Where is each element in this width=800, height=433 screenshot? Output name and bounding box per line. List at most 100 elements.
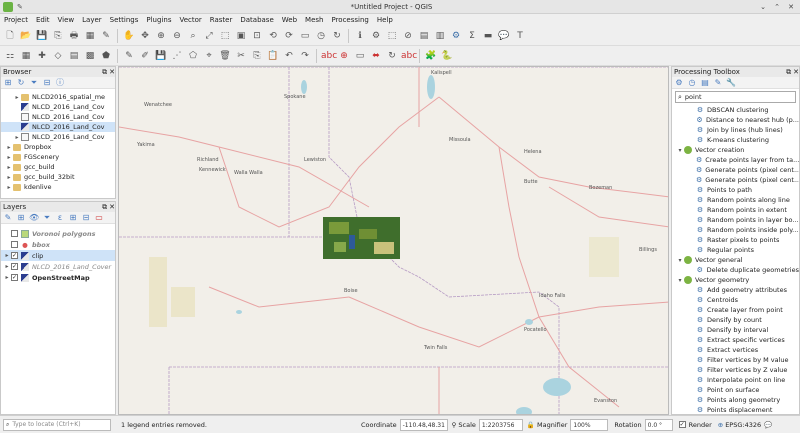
new-project-icon[interactable]: 🗋 (3, 29, 17, 43)
menu-web[interactable]: Web (278, 16, 301, 24)
browser-item[interactable]: ▸ NLCD_2016_Land_Cov (1, 132, 115, 142)
zoom-layer-icon[interactable]: ▣ (234, 29, 248, 43)
info-icon[interactable]: ⓘ (55, 78, 65, 88)
style-manager-icon[interactable]: ✎ (99, 29, 113, 43)
filter-expression-icon[interactable]: ε (55, 213, 65, 223)
close-panel-icon[interactable]: ✕ (109, 67, 115, 77)
filter-legend-icon[interactable]: ⏷ (42, 213, 52, 223)
menu-processing[interactable]: Processing (327, 16, 372, 24)
new-geopackage-icon[interactable]: ▦ (19, 49, 33, 63)
toggle-editing-icon[interactable]: ✐ (138, 49, 152, 63)
add-group-icon[interactable]: ⊞ (16, 213, 26, 223)
expand-arrow-icon[interactable]: ▸ (3, 252, 11, 259)
collapse-arrow-icon[interactable]: ▾ (676, 257, 684, 264)
text-annotation-icon[interactable]: T (513, 29, 527, 43)
algorithm-item[interactable]: ⚙ Raster pixels to points (674, 235, 799, 245)
close-panel-icon[interactable]: ✕ (793, 67, 799, 77)
algorithm-item[interactable]: ⚙ Regular points (674, 245, 799, 255)
edit-script-icon[interactable]: ✎ (713, 78, 723, 88)
collapse-arrow-icon[interactable]: ▾ (676, 147, 684, 154)
paste-features-icon[interactable]: 📋 (266, 49, 280, 63)
pan-to-selection-icon[interactable]: ✥ (138, 29, 152, 43)
new-map-view-icon[interactable]: ▭ (298, 29, 312, 43)
algorithm-item[interactable]: ⚙ Join by lines (hub lines) (674, 125, 799, 135)
expand-arrow-icon[interactable]: ▸ (3, 274, 11, 281)
layer-visibility-checkbox[interactable] (11, 241, 18, 248)
algorithm-item[interactable]: ⚙ Densify by count (674, 315, 799, 325)
open-project-icon[interactable]: 📂 (19, 29, 33, 43)
menu-database[interactable]: Database (236, 16, 277, 24)
delete-selected-icon[interactable]: 🗑 (218, 49, 232, 63)
label-pin-icon[interactable]: ⊕ (337, 49, 351, 63)
layer-row[interactable]: Voronoi polygons (1, 228, 115, 239)
select-features-icon[interactable]: ⬚ (385, 29, 399, 43)
menu-edit[interactable]: Edit (32, 16, 54, 24)
collapse-all-icon[interactable]: ⊟ (42, 78, 52, 88)
current-edits-icon[interactable]: ✎ (122, 49, 136, 63)
temporal-icon[interactable]: ◷ (314, 29, 328, 43)
zoom-next-icon[interactable]: ⟳ (282, 29, 296, 43)
algorithm-item[interactable]: ⚙ Filter vertices by Z value (674, 365, 799, 375)
print-layout-icon[interactable]: 🖶 (67, 29, 81, 43)
menu-view[interactable]: View (54, 16, 79, 24)
browser-item-selected[interactable]: NLCD_2016_Land_Cov (1, 122, 115, 132)
visibility-icon[interactable]: 👁 (29, 213, 39, 223)
zoom-native-icon[interactable]: ⊡ (250, 29, 264, 43)
expand-arrow-icon[interactable]: ▸ (13, 94, 21, 101)
expand-arrow-icon[interactable]: ▸ (5, 144, 13, 151)
search-input[interactable]: point (685, 93, 702, 101)
algorithm-item[interactable]: ⚙ Create points layer from ta... (674, 155, 799, 165)
zoom-rubberband-icon[interactable]: ⌕ (186, 29, 200, 43)
menu-vector[interactable]: Vector (175, 16, 205, 24)
collapse-arrow-icon[interactable]: ▾ (676, 277, 684, 284)
measure-icon[interactable]: ▬ (481, 29, 495, 43)
save-project-icon[interactable]: 💾 (35, 29, 49, 43)
algorithm-item[interactable]: ⚙ Point on surface (674, 385, 799, 395)
label-rotate-icon[interactable]: ↻ (385, 49, 399, 63)
algorithm-item[interactable]: ⚙ Delete duplicate geometries (674, 265, 799, 275)
browser-item[interactable]: ▸ gcc_build_32bit (1, 172, 115, 182)
group-item[interactable]: ▾ Vector creation (674, 145, 799, 155)
algorithm-item[interactable]: ⚙ Extract specific vertices (674, 335, 799, 345)
algorithm-item[interactable]: ⚙ Random points along line (674, 195, 799, 205)
models-icon[interactable]: ⚙ (674, 78, 684, 88)
undo-icon[interactable]: ↶ (282, 49, 296, 63)
redo-icon[interactable]: ↷ (298, 49, 312, 63)
algorithm-item[interactable]: ⚙ K-means clustering (674, 135, 799, 145)
messages-icon[interactable]: 💬 (764, 421, 772, 429)
label-change-icon[interactable]: abc (401, 49, 417, 63)
expand-arrow-icon[interactable]: ▸ (5, 174, 13, 181)
label-tool-icon[interactable]: abc (321, 49, 337, 63)
algorithm-item[interactable]: ⚙ Points displacement (674, 405, 799, 415)
label-show-icon[interactable]: ▭ (353, 49, 367, 63)
algorithm-item[interactable]: ⚙ Generate points (pixel cent... (674, 175, 799, 185)
expand-all-icon[interactable]: ⊞ (68, 213, 78, 223)
add-raster-icon[interactable]: ▩ (83, 49, 97, 63)
layout-manager-icon[interactable]: ▦ (83, 29, 97, 43)
coordinate-field[interactable]: -110.48,48.31 (399, 418, 448, 431)
new-spatialite-icon[interactable]: ◇ (51, 49, 65, 63)
expand-arrow-icon[interactable]: ▸ (5, 184, 13, 191)
zoom-full-icon[interactable]: ⤢ (202, 29, 216, 43)
lock-scale-icon[interactable]: 🔒 (527, 421, 535, 429)
algorithm-item[interactable]: ⚙ Generate points (pixel cent... (674, 165, 799, 175)
menu-settings[interactable]: Settings (106, 16, 143, 24)
locator-input[interactable]: Type to locate (Ctrl+K) (12, 419, 80, 430)
menu-mesh[interactable]: Mesh (301, 16, 327, 24)
float-icon[interactable]: ⧉ (102, 67, 107, 77)
menu-help[interactable]: Help (373, 16, 397, 24)
refresh-icon[interactable]: ↻ (330, 29, 344, 43)
map-canvas[interactable]: Kalispell Spokane Wenatchee Yakima Richl… (118, 66, 669, 415)
algorithm-item[interactable]: ⚙ Distance to nearest hub (p... (674, 115, 799, 125)
layer-visibility-checkbox[interactable] (11, 230, 18, 237)
pin-icon[interactable]: ✎ (17, 3, 25, 11)
browser-item[interactable]: ▸ Dropbox (1, 142, 115, 152)
algorithm-item[interactable]: ⚙ Centroids (674, 295, 799, 305)
cut-features-icon[interactable]: ✂ (234, 49, 248, 63)
algorithm-item[interactable]: ⚙ Create layer from point (674, 305, 799, 315)
scale-field[interactable]: 1:2203756 (478, 418, 523, 431)
layer-styling-icon[interactable]: ✎ (3, 213, 13, 223)
save-as-icon[interactable]: ⎘ (51, 29, 65, 43)
algorithm-item[interactable]: ⚙ Points to path (674, 185, 799, 195)
menu-raster[interactable]: Raster (206, 16, 237, 24)
